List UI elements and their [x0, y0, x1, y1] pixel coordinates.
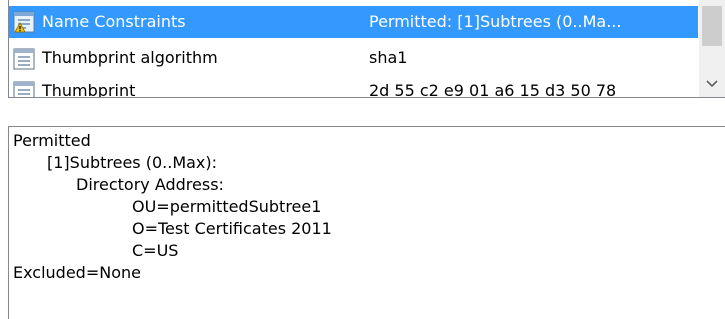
- field-row-thumbprint[interactable]: Thumbprint 2d 55 c2 e9 01 a6 15 d3 50 78: [9, 77, 698, 97]
- field-name: Thumbprint: [42, 81, 136, 97]
- detail-line-o: O=Test Certificates 2011: [132, 219, 332, 238]
- field-row-name-constraints[interactable]: Name Constraints Permitted: [1]Subtrees …: [9, 6, 698, 38]
- field-value: sha1: [369, 48, 408, 67]
- detail-line-subtrees: [1]Subtrees (0..Max):: [47, 153, 218, 172]
- field-value: Permitted: [1]Subtrees (0..Ma...: [369, 12, 622, 31]
- field-row-thumbprint-algorithm[interactable]: Thumbprint algorithm sha1: [9, 44, 698, 74]
- extension-warning-icon: [13, 11, 35, 33]
- vertical-scrollbar[interactable]: [699, 0, 725, 97]
- detail-line-permitted: Permitted: [13, 131, 91, 150]
- field-name: Name Constraints: [42, 12, 186, 31]
- chevron-down-icon: [706, 80, 718, 88]
- certificate-field-list[interactable]: Name Constraints Permitted: [1]Subtrees …: [8, 0, 725, 98]
- field-name: Thumbprint algorithm: [42, 48, 218, 67]
- detail-line-excluded: Excluded=None: [13, 263, 141, 282]
- detail-line-directory-address: Directory Address:: [76, 175, 224, 194]
- field-value: 2d 55 c2 e9 01 a6 15 d3 50 78: [369, 81, 617, 97]
- field-list-rows: Name Constraints Permitted: [1]Subtrees …: [9, 0, 698, 97]
- scroll-down-button[interactable]: [699, 71, 725, 97]
- detail-line-c: C=US: [132, 241, 179, 260]
- detail-line-ou: OU=permittedSubtree1: [132, 197, 322, 216]
- property-document-icon: [13, 81, 35, 97]
- field-detail-textbox[interactable]: Permitted [1]Subtrees (0..Max): Director…: [8, 126, 725, 319]
- scrollbar-thumb[interactable]: [702, 6, 722, 46]
- property-document-icon: [13, 48, 35, 70]
